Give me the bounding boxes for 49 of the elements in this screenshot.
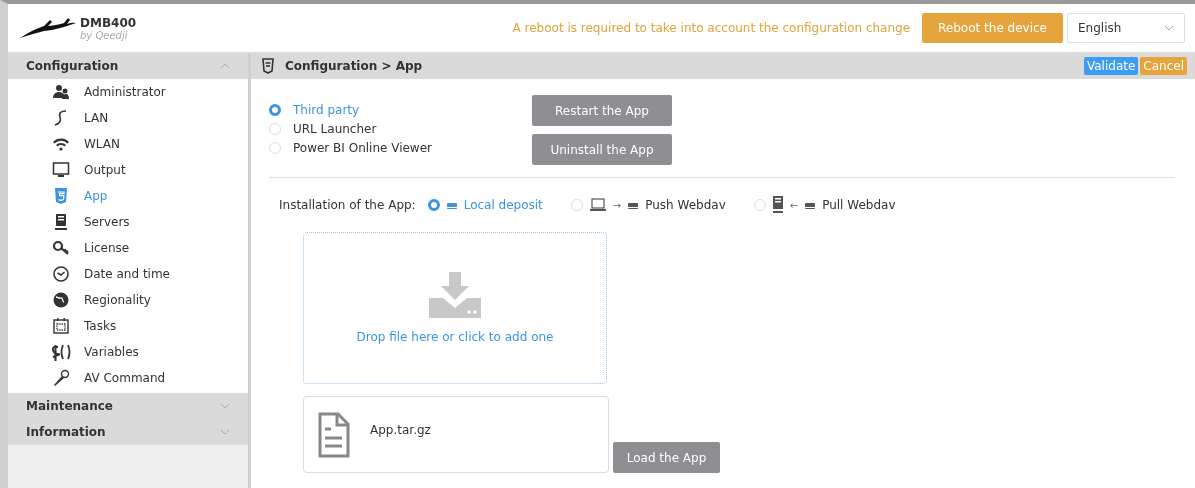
html5-icon <box>259 57 277 75</box>
sidebar-item[interactable]: Regionality <box>8 287 248 313</box>
language-select[interactable]: English <box>1067 13 1185 43</box>
server-icon <box>52 213 70 231</box>
option-label: Push Webdav <box>645 198 726 212</box>
file-name: App.tar.gz <box>370 422 431 437</box>
option-label: Local deposit <box>463 198 543 212</box>
monitor-icon <box>52 161 70 179</box>
reboot-notice: A reboot is required to take into account the configuration change <box>512 21 911 35</box>
sidebar-section[interactable]: Information <box>8 419 248 445</box>
sidebar-item[interactable]: Tasks <box>8 313 248 339</box>
option-label: Pull Webdav <box>822 198 896 212</box>
dollar-parentheses-icon <box>50 343 72 361</box>
document-icon <box>318 411 350 458</box>
arrow-glyph: ← <box>789 199 799 211</box>
html5-icon <box>52 187 70 205</box>
app-type-radio[interactable]: Power BI Online Viewer <box>269 141 432 155</box>
install-option[interactable]: ← Pull Webdav <box>753 196 896 214</box>
dropzone-text: Drop file here or click to add one <box>356 330 554 344</box>
sidebar-item[interactable]: Administrator <box>8 79 248 105</box>
chevron-icon <box>220 63 230 69</box>
users-icon <box>52 83 70 101</box>
sidebar-item[interactable]: Servers <box>8 209 248 235</box>
vendor-name: by Qeedji <box>80 29 129 41</box>
product-name: DMB400 <box>80 15 137 30</box>
sidebar-item[interactable]: License <box>8 235 248 261</box>
sidebar-item[interactable]: AV Command <box>8 365 248 391</box>
breadcrumb: Configuration > App <box>285 59 423 73</box>
calendar-icon <box>52 317 70 335</box>
sidebar-item[interactable]: Date and time <box>8 261 248 287</box>
chevron-icon <box>220 429 230 435</box>
laptop-icon <box>588 198 607 212</box>
arrow-glyph: → <box>612 199 622 211</box>
download-icon <box>427 272 483 318</box>
clock-icon <box>52 265 70 283</box>
chevron-icon <box>220 403 230 409</box>
sidebar-item[interactable]: Variables <box>8 339 248 365</box>
install-option[interactable]: → Push Webdav <box>570 198 726 212</box>
chevron-icon <box>1164 25 1174 31</box>
server-icon <box>771 196 784 214</box>
install-label: Installation of the App: <box>279 198 416 212</box>
sidebar-item[interactable]: WLAN <box>8 131 248 157</box>
sidebar-section[interactable]: Maintenance <box>8 393 248 419</box>
sidebar-item[interactable]: LAN <box>8 105 248 131</box>
globe-icon <box>52 291 70 309</box>
app-type-radio[interactable]: URL Launcher <box>269 122 432 136</box>
key-icon <box>52 239 70 257</box>
sidebar-section[interactable]: Configuration <box>8 53 248 79</box>
sidebar-item[interactable]: Output <box>8 157 248 183</box>
